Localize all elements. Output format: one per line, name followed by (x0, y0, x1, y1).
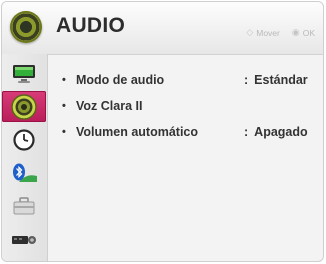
menu-item-label: Volumen automático (76, 125, 199, 139)
ok-hint-label: OK (302, 27, 315, 38)
bullet: • (62, 74, 66, 86)
sidebar-item-input[interactable] (2, 223, 46, 254)
menu-item-label: Modo de audio (76, 73, 165, 87)
ok-button-icon: ◉ (291, 27, 300, 37)
menu-item-label: Voz Clara II (76, 99, 143, 113)
sidebar-item-picture[interactable] (2, 58, 46, 89)
menu-item-value: : Estándar (244, 73, 308, 87)
menu-item-value: : Apagado (244, 125, 308, 139)
clock-icon (13, 128, 35, 151)
move-arrows-icon: ◇ (246, 27, 254, 37)
input-device-icon (12, 235, 36, 244)
bullet: • (62, 126, 66, 138)
navigation-hints: ◇ Mover ◉ OK (246, 27, 315, 38)
speaker-icon (10, 11, 42, 43)
sidebar-item-time[interactable] (2, 124, 46, 155)
speaker-icon (11, 93, 37, 120)
move-hint-label: Mover (256, 27, 280, 38)
audio-settings-list: • Modo de audio : Estándar • Voz Clara II… (48, 54, 323, 261)
menu-item-auto-volume[interactable]: • Volumen automático : Apagado (62, 122, 313, 142)
sidebar-item-bluetooth[interactable] (2, 157, 46, 188)
sidebar-item-audio[interactable] (2, 91, 46, 122)
audio-menu-panel: AUDIO ◇ Mover ◉ OK • Modo de audio: Est… (1, 1, 324, 262)
menu-item-clear-voice[interactable]: • Voz Clara II (62, 96, 313, 116)
toolbox-icon (13, 196, 35, 214)
bluetooth-icon (13, 163, 37, 182)
category-sidebar (2, 54, 48, 261)
page-title: AUDIO (56, 14, 126, 37)
sidebar-item-options[interactable] (2, 190, 46, 221)
bullet: • (62, 100, 66, 112)
menu-header: AUDIO ◇ Mover ◉ OK (2, 2, 323, 55)
monitor-icon (13, 64, 35, 83)
menu-item-audio-mode[interactable]: • Modo de audio : Estándar (62, 70, 313, 90)
